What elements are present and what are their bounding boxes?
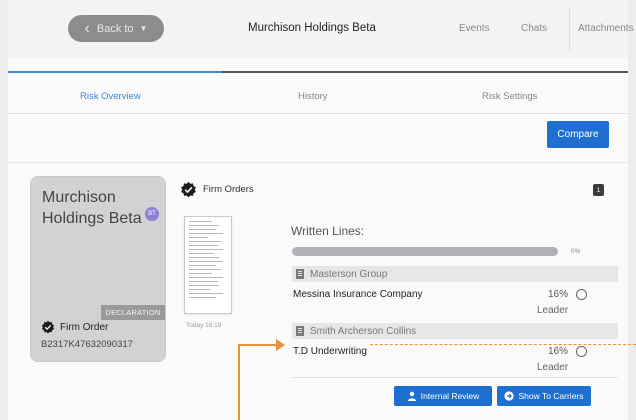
tab-risk-settings[interactable]: Risk Settings	[482, 91, 537, 102]
content-divider	[8, 162, 628, 163]
group-header: Masterson Group	[292, 266, 618, 282]
show-to-carriers-button[interactable]: Show To Carriers	[497, 386, 591, 406]
tab-history[interactable]: History	[298, 91, 328, 102]
show-to-carriers-label: Show To Carriers	[518, 391, 584, 401]
firm-order-status: Firm Order	[41, 320, 108, 334]
arrow-circle-icon	[504, 391, 515, 401]
line-select-radio[interactable]	[576, 346, 587, 357]
building-icon	[296, 269, 304, 279]
firm-order-code: B2317K47632090317	[41, 339, 133, 350]
page: ‹ Back to ▼ Murchison Holdings Beta Even…	[8, 0, 636, 420]
nav-events[interactable]: Events	[459, 23, 490, 34]
line-insurer: T.D Underwriting	[293, 346, 367, 357]
tab-risk-overview[interactable]: Risk Overview	[80, 91, 141, 102]
tabs-divider	[8, 113, 628, 114]
nav-attachments[interactable]: Attachments	[578, 23, 634, 34]
group-header: Smith Archerson Collins	[292, 323, 618, 339]
line-percent: 16%	[548, 289, 569, 300]
firm-orders-title: Firm Orders	[203, 184, 254, 195]
progress-percent: 0%	[571, 248, 581, 255]
group-name: Smith Archerson Collins	[310, 325, 417, 337]
written-lines-progress	[292, 247, 558, 256]
annotation-dashed-line	[370, 344, 636, 345]
firm-orders-count: 1	[593, 184, 604, 196]
top-bar: ‹ Back to ▼ Murchison Holdings Beta Even…	[8, 0, 634, 58]
nav-divider	[569, 8, 570, 52]
verified-seal-icon	[41, 320, 55, 334]
internal-review-button[interactable]: Internal Review	[394, 386, 492, 406]
back-button-label: Back to	[96, 22, 134, 35]
written-lines-title: Written Lines:	[291, 224, 365, 238]
annotation-line	[238, 344, 240, 420]
active-tab-indicator	[8, 71, 222, 73]
line-role: Leader	[537, 362, 569, 373]
row-divider	[292, 377, 618, 378]
line-role: Leader	[537, 305, 569, 316]
caret-down-icon: ▼	[139, 24, 148, 33]
line-select-radio[interactable]	[576, 289, 587, 300]
compare-button[interactable]: Compare	[547, 121, 609, 148]
annotation-arrow-icon	[276, 339, 285, 351]
line-percent: 16%	[548, 346, 569, 357]
document-date: Today 16:19	[186, 322, 222, 329]
nav-chats[interactable]: Chats	[521, 23, 547, 34]
avatar-badge: BT	[145, 207, 159, 221]
risk-card[interactable]: Murchison Holdings Beta BT DECLARATION F…	[30, 176, 166, 362]
app-title: Murchison Holdings Beta	[248, 22, 376, 34]
user-icon	[407, 391, 416, 401]
building-icon	[296, 326, 304, 336]
verified-seal-icon	[181, 181, 196, 198]
document-thumbnail[interactable]	[184, 216, 232, 314]
line-insurer: Messina Insurance Company	[293, 289, 423, 300]
group-name: Masterson Group	[310, 268, 388, 280]
back-button[interactable]: ‹ Back to ▼	[68, 15, 164, 42]
declaration-tag: DECLARATION	[101, 305, 165, 320]
card-title: Murchison Holdings Beta	[42, 189, 142, 227]
internal-review-label: Internal Review	[420, 391, 480, 401]
chevron-left-icon: ‹	[84, 19, 90, 37]
firm-orders-header: Firm Orders	[180, 181, 254, 198]
firm-order-label: Firm Order	[60, 321, 109, 333]
